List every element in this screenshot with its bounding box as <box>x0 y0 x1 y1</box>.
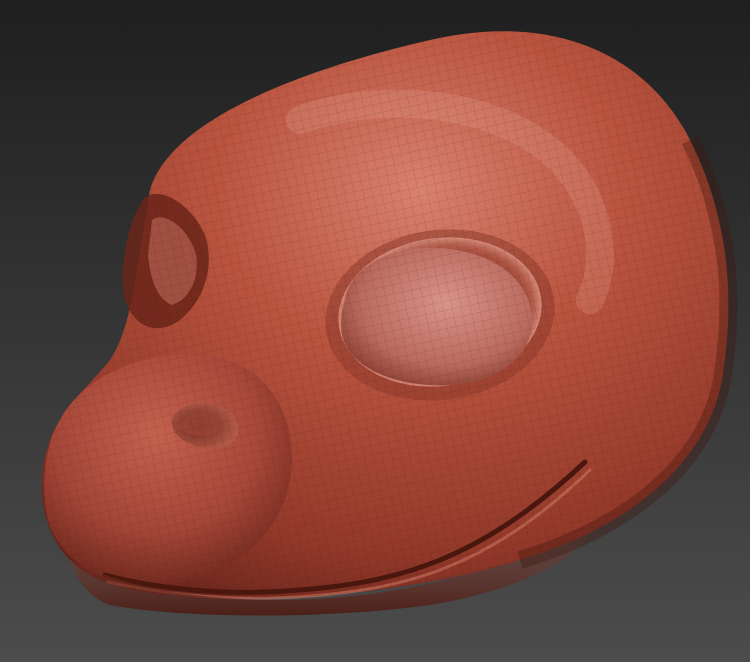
sculpt-render <box>0 0 750 662</box>
viewport-3d[interactable] <box>0 0 750 662</box>
